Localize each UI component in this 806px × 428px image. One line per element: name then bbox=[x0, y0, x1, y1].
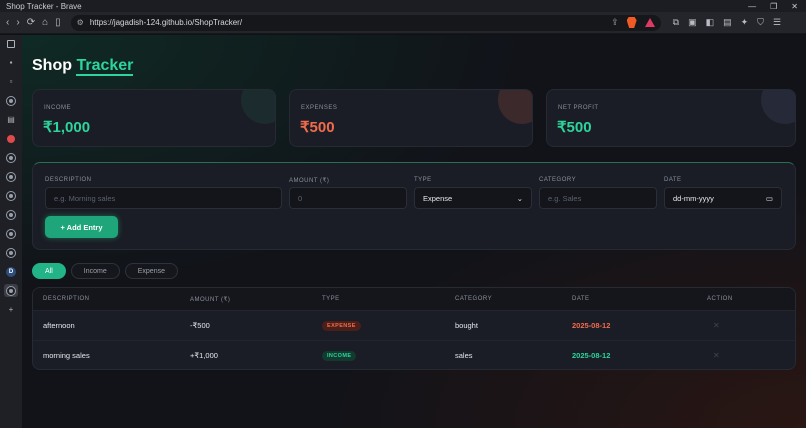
table-row: afternoon -₹500 EXPENSE bought 2025-08-1… bbox=[33, 310, 795, 340]
row-date: 2025-08-12 bbox=[572, 321, 611, 330]
type-badge: EXPENSE bbox=[322, 320, 361, 331]
forward-icon[interactable]: › bbox=[16, 17, 19, 28]
restore-icon[interactable]: ❐ bbox=[770, 2, 777, 11]
delete-icon[interactable]: ✕ bbox=[713, 321, 720, 330]
type-select-value: Expense bbox=[423, 193, 453, 203]
filter-all[interactable]: All bbox=[32, 263, 66, 279]
delete-icon[interactable]: ✕ bbox=[713, 351, 720, 360]
wallet-icon[interactable]: ▤ bbox=[723, 17, 732, 28]
type-badge: INCOME bbox=[322, 350, 357, 361]
description-input[interactable]: e.g. Morning sales bbox=[45, 187, 282, 209]
globe-icon[interactable] bbox=[4, 208, 18, 221]
category-label: CATEGORY bbox=[539, 177, 577, 183]
row-description: afternoon bbox=[43, 321, 75, 330]
table-row: morning sales +₹1,000 INCOME sales 2025-… bbox=[33, 340, 795, 369]
income-amount: ₹1,000 bbox=[43, 119, 91, 136]
screenshot-icon[interactable]: ▣ bbox=[688, 17, 697, 28]
vpn-icon[interactable]: ⛉ bbox=[757, 17, 764, 28]
header-date: DATE bbox=[572, 296, 590, 302]
brand-text: Shop bbox=[32, 57, 72, 74]
row-date: 2025-08-12 bbox=[572, 351, 611, 360]
globe-icon[interactable] bbox=[4, 189, 18, 202]
calendar-icon[interactable]: ▭ bbox=[766, 194, 773, 203]
browser-toolbar: ‹ › ⟳ ⌂ ▯ ⚙ https://jagadish-124.github.… bbox=[0, 12, 806, 34]
home-icon[interactable]: ⌂ bbox=[42, 17, 48, 28]
reload-icon[interactable]: ⟳ bbox=[27, 17, 35, 28]
net-profit-card: NET PROFIT ₹500 bbox=[546, 89, 796, 147]
entries-table: DESCRIPTION AMOUNT (₹) TYPE CATEGORY DAT… bbox=[32, 287, 796, 370]
income-card: INCOME ₹1,000 bbox=[32, 89, 276, 147]
app-title: Shop Tracker bbox=[32, 57, 134, 76]
row-amount: +₹1,000 bbox=[190, 351, 218, 360]
globe-icon[interactable] bbox=[4, 246, 18, 259]
header-action: ACTION bbox=[707, 296, 733, 302]
category-input[interactable]: e.g. Sales bbox=[539, 187, 657, 209]
window-titlebar: Shop Tracker - Brave — ❐ ✕ bbox=[0, 0, 806, 12]
brave-shields-icon[interactable] bbox=[626, 17, 637, 28]
brand-accent-text: Tracker bbox=[76, 57, 134, 76]
sidebar-toggle-icon[interactable]: ◧ bbox=[706, 17, 715, 28]
close-icon[interactable]: ✕ bbox=[791, 2, 798, 11]
browser-sidebar: ▪ ▫ ▤ D + bbox=[0, 35, 22, 428]
date-input[interactable]: dd-mm-yyyy ▭ bbox=[664, 187, 782, 209]
globe-icon[interactable] bbox=[4, 94, 18, 107]
table-header: DESCRIPTION AMOUNT (₹) TYPE CATEGORY DAT… bbox=[33, 288, 795, 310]
filter-tabs: All Income Expense bbox=[32, 263, 178, 279]
app-icon[interactable]: ▫ bbox=[4, 75, 18, 88]
type-label: TYPE bbox=[414, 177, 432, 183]
bookmark-icon[interactable]: ▯ bbox=[55, 17, 61, 28]
header-category: CATEGORY bbox=[455, 296, 493, 302]
brave-rewards-icon[interactable] bbox=[644, 18, 655, 27]
row-category: sales bbox=[455, 351, 473, 360]
terminal-icon[interactable]: ▪ bbox=[4, 56, 18, 69]
entry-form: DESCRIPTION e.g. Morning sales AMOUNT (₹… bbox=[32, 162, 796, 250]
sidebar-panel-icon[interactable] bbox=[4, 37, 18, 50]
expenses-card: EXPENSES ₹500 bbox=[289, 89, 533, 147]
site-settings-icon[interactable]: ⚙ bbox=[77, 18, 84, 27]
header-type: TYPE bbox=[322, 296, 340, 302]
amount-label: AMOUNT (₹) bbox=[289, 178, 330, 184]
url-text: https://jagadish-124.github.io/ShopTrack… bbox=[89, 18, 243, 27]
header-description: DESCRIPTION bbox=[43, 296, 90, 302]
expenses-label: EXPENSES bbox=[301, 105, 338, 111]
menu-icon[interactable]: ☰ bbox=[773, 17, 781, 28]
brave-icon[interactable] bbox=[4, 132, 18, 145]
row-category: bought bbox=[455, 321, 478, 330]
extensions-icon[interactable]: ⧉ bbox=[673, 17, 679, 28]
row-amount: -₹500 bbox=[190, 321, 210, 330]
shop-tracker-page: Shop Tracker INCOME ₹1,000 EXPENSES ₹500… bbox=[22, 35, 806, 428]
filter-expense[interactable]: Expense bbox=[124, 263, 178, 279]
date-placeholder: dd-mm-yyyy bbox=[673, 193, 714, 203]
d-profile-icon[interactable]: D bbox=[4, 265, 18, 278]
amount-input[interactable]: 0 bbox=[289, 187, 407, 209]
globe-icon[interactable] bbox=[4, 227, 18, 240]
share-icon[interactable]: ⇪ bbox=[611, 17, 619, 28]
add-icon[interactable]: + bbox=[4, 303, 18, 316]
description-label: DESCRIPTION bbox=[45, 177, 92, 183]
leo-ai-icon[interactable]: ✦ bbox=[741, 17, 749, 28]
filter-income[interactable]: Income bbox=[70, 263, 120, 279]
net-profit-label: NET PROFIT bbox=[558, 105, 599, 111]
expenses-amount: ₹500 bbox=[300, 119, 335, 136]
globe-icon[interactable] bbox=[4, 170, 18, 183]
income-label: INCOME bbox=[44, 105, 71, 111]
row-description: morning sales bbox=[43, 351, 90, 360]
header-amount: AMOUNT (₹) bbox=[190, 296, 231, 303]
chevron-down-icon: ⌄ bbox=[516, 193, 523, 203]
add-entry-button[interactable]: + Add Entry bbox=[45, 216, 118, 238]
minimize-icon[interactable]: — bbox=[748, 2, 756, 11]
notion-icon[interactable]: ▤ bbox=[4, 113, 18, 126]
date-label: DATE bbox=[664, 177, 682, 183]
type-select[interactable]: Expense ⌄ bbox=[414, 187, 532, 209]
back-icon[interactable]: ‹ bbox=[6, 17, 9, 28]
window-title: Shop Tracker - Brave bbox=[6, 1, 82, 11]
address-bar[interactable]: ⚙ https://jagadish-124.github.io/ShopTra… bbox=[70, 14, 661, 31]
net-profit-amount: ₹500 bbox=[557, 119, 592, 136]
globe-icon[interactable] bbox=[4, 284, 18, 297]
globe-icon[interactable] bbox=[4, 151, 18, 164]
